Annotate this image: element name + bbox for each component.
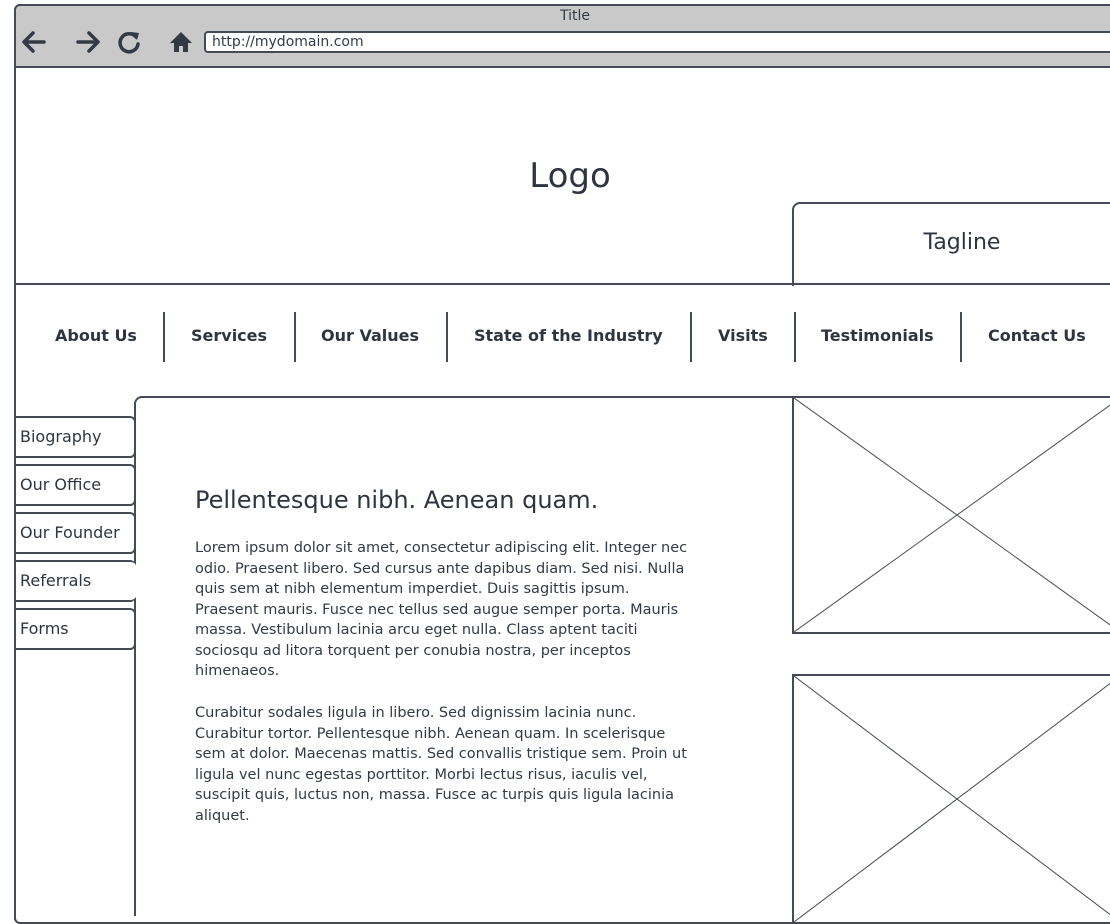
- content-paragraph: Lorem ipsum dolor sit amet, consectetur …: [195, 540, 688, 679]
- back-arrow-icon[interactable]: [18, 27, 48, 57]
- sidebar-tab-referrals[interactable]: Referrals: [14, 560, 136, 602]
- nav-separator: [794, 312, 796, 362]
- sidebar-tab-our-founder[interactable]: Our Founder: [14, 512, 136, 554]
- content-title: Pellentesque nibh. Aenean quam.: [195, 486, 599, 514]
- nav-separator: [294, 312, 296, 362]
- image-placeholder: [792, 396, 1110, 634]
- nav-visits[interactable]: Visits: [718, 326, 768, 345]
- image-placeholder: [792, 674, 1110, 924]
- forward-arrow-icon[interactable]: [74, 27, 104, 57]
- nav-separator: [960, 312, 962, 362]
- sidebar-tab-our-office[interactable]: Our Office: [14, 464, 136, 506]
- nav-about-us[interactable]: About Us: [55, 326, 137, 345]
- logo[interactable]: Logo: [500, 156, 640, 196]
- nav-separator: [446, 312, 448, 362]
- sidebar-border: [14, 650, 16, 920]
- reload-icon[interactable]: [114, 27, 144, 57]
- url-input[interactable]: http://mydomain.com: [204, 31, 1110, 53]
- sidebar-tab-biography[interactable]: Biography: [14, 416, 136, 458]
- nav-contact-us[interactable]: Contact Us: [988, 326, 1086, 345]
- nav-our-values[interactable]: Our Values: [321, 326, 419, 345]
- home-icon[interactable]: [166, 27, 196, 57]
- window-title: Title: [559, 8, 590, 24]
- sidebar-tab-forms[interactable]: Forms: [14, 608, 136, 650]
- content-paragraph: Curabitur sodales ligula in libero. Sed …: [195, 705, 687, 824]
- nav-separator: [163, 312, 165, 362]
- nav-testimonials[interactable]: Testimonials: [821, 326, 934, 345]
- tagline: Tagline: [923, 230, 1001, 255]
- nav-state-of-the-industry[interactable]: State of the Industry: [474, 326, 663, 345]
- nav-separator: [690, 312, 692, 362]
- nav-services[interactable]: Services: [191, 326, 267, 345]
